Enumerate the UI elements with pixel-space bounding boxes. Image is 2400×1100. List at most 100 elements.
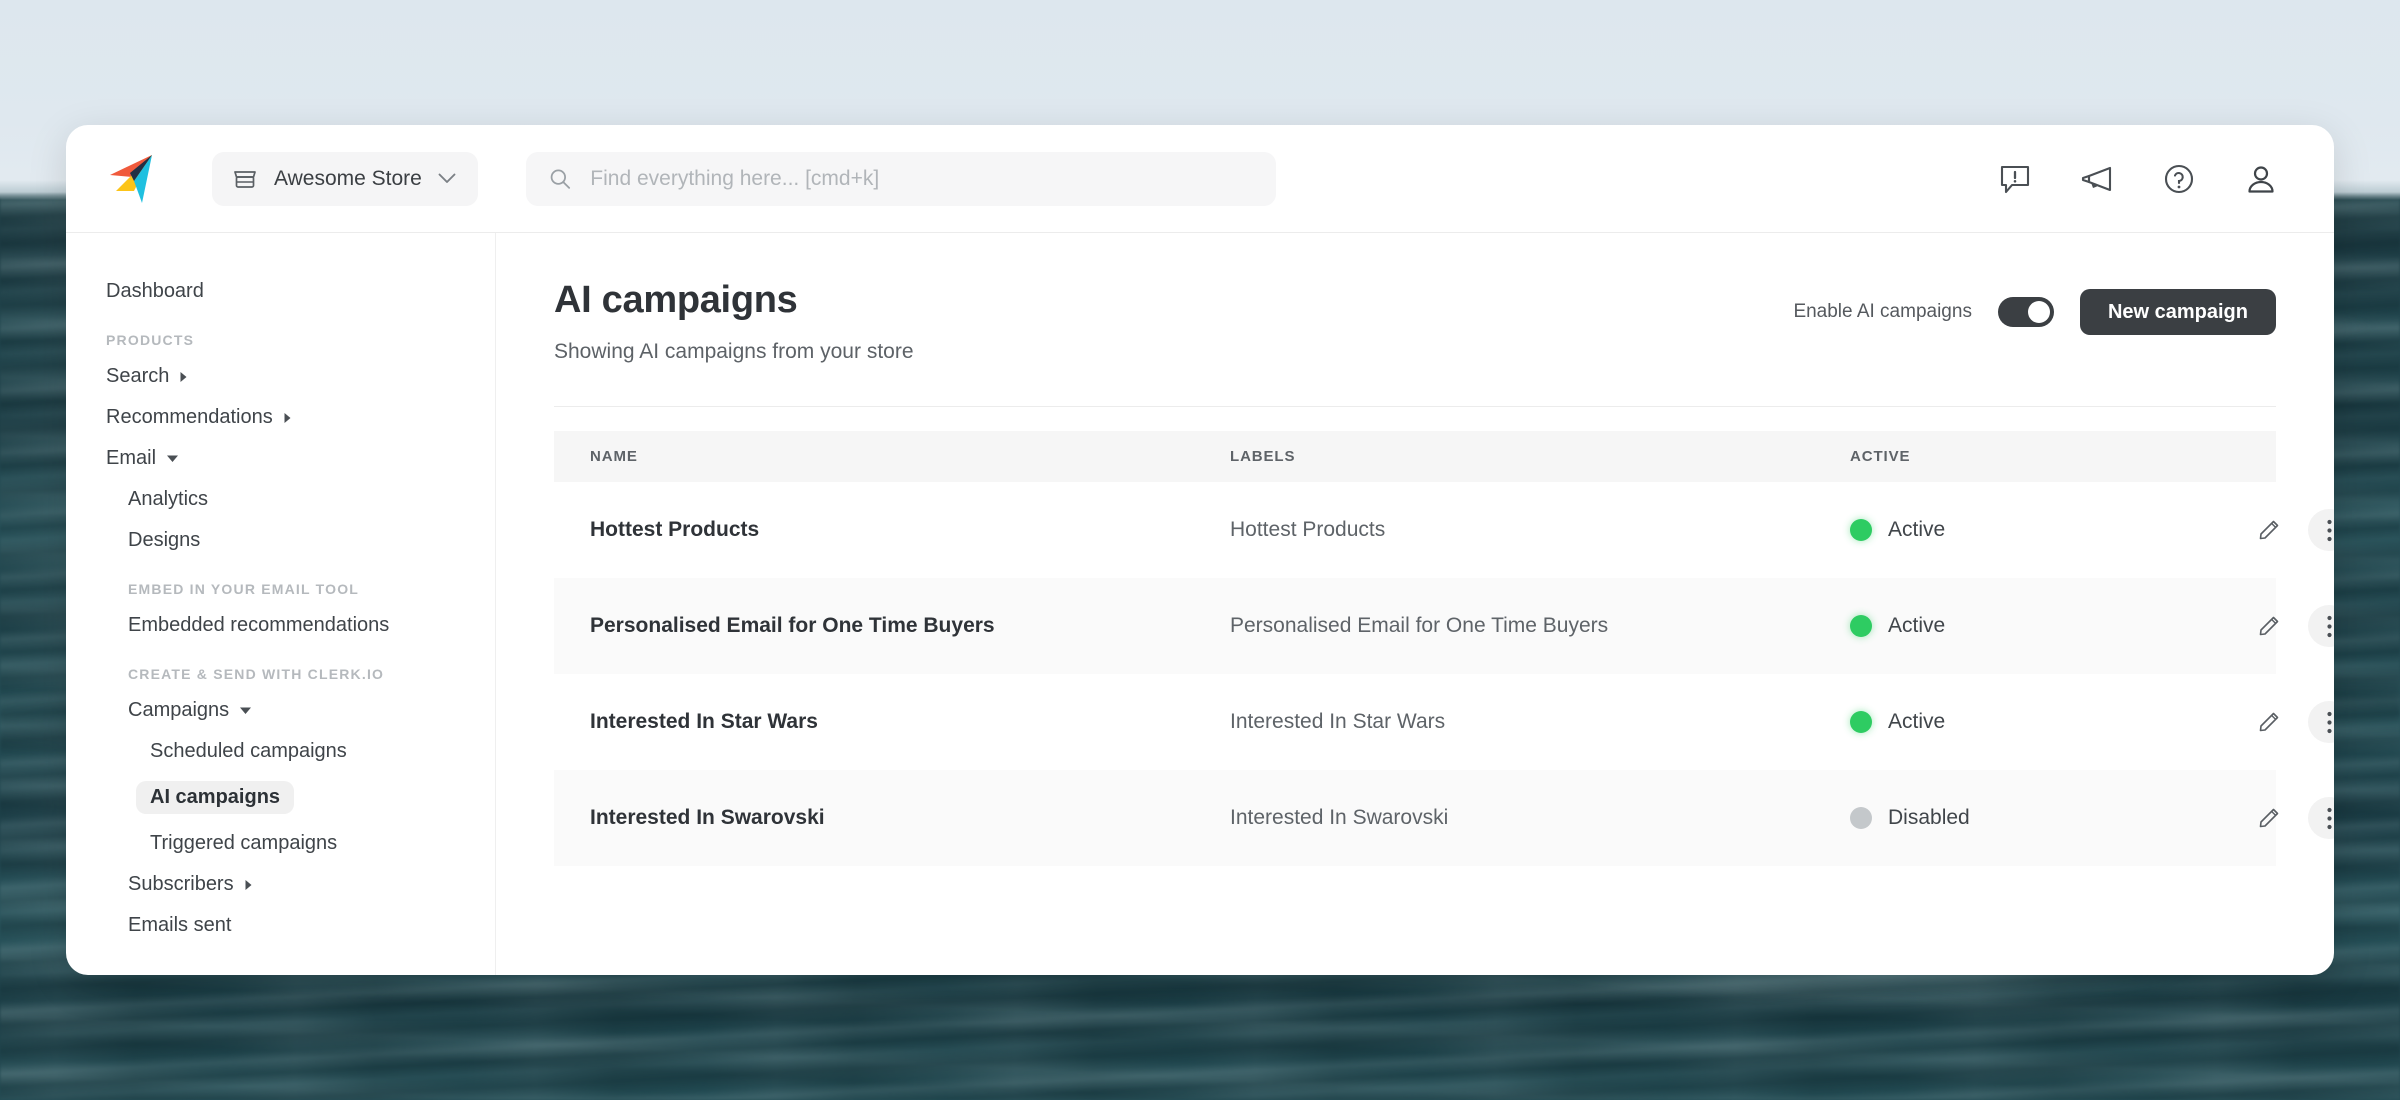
sidebar-item-label: Email [106,447,157,469]
sidebar-item-label: Embedded recommendations [128,614,390,636]
user-account-icon[interactable] [2244,162,2278,196]
campaigns-table: NAME LABELS ACTIVE Hottest Products Hotte… [554,431,2334,866]
more-vertical-icon [2326,807,2332,829]
row-menu-button[interactable] [2308,797,2334,839]
cell-campaign-name: Interested In Swarovski [590,806,825,829]
sidebar-item-label: Campaigns [128,699,230,721]
more-vertical-icon [2326,615,2332,637]
table-row[interactable]: Personalised Email for One Time Buyers Pe… [554,578,2334,674]
store-name: Awesome Store [274,166,422,190]
top-bar: Awesome Store [66,125,2334,233]
status-text: Active [1888,710,1946,733]
sidebar-item-analytics[interactable]: Analytics [66,479,495,520]
sidebar-item-label: Recommendations [106,406,273,428]
edit-campaign-button[interactable] [2248,797,2290,839]
sidebar-item-label: Triggered campaigns [150,832,338,854]
table-row[interactable]: Hottest Products Hottest Products Active [554,482,2334,578]
sidebar-item-label: Dashboard [106,280,204,302]
edit-campaign-button[interactable] [2248,701,2290,743]
new-campaign-button[interactable]: New campaign [2079,289,2276,335]
store-icon [234,170,256,188]
edit-campaign-button[interactable] [2248,605,2290,647]
sidebar-item-emails-sent[interactable]: Emails sent [66,905,495,946]
status-dot [1850,615,1872,637]
edit-campaign-button[interactable] [2248,509,2290,551]
search-input[interactable] [590,166,1254,191]
row-menu-button[interactable] [2308,701,2334,743]
cell-campaign-label: Interested In Swarovski [1230,806,1449,829]
sidebar-item-label: Analytics [128,488,209,510]
cell-campaign-status: Disabled [1814,770,2204,866]
sidebar-item-triggered-campaigns[interactable]: Triggered campaigns [66,823,495,864]
store-selector[interactable]: Awesome Store [212,151,478,206]
pencil-icon [2259,616,2279,636]
page-title: AI campaigns [554,279,798,321]
app-body: Dashboard PRODUCTS Search Recommendation… [66,233,2334,975]
alert-message-icon[interactable] [1998,162,2032,196]
sidebar-item-label: Search [106,365,170,387]
caret-right-icon [180,371,187,382]
sidebar-item-label: Designs [128,529,201,551]
sidebar-item-recommendations[interactable]: Recommendations [66,397,495,438]
sidebar-item-ai-campaigns[interactable]: AI campaigns [66,772,495,823]
table-row[interactable]: Interested In Star Wars Interested In Sta… [554,674,2334,770]
sidebar-section-create-send: CREATE & SEND WITH CLERK.IO [128,666,385,682]
cell-campaign-label: Personalised Email for One Time Buyers [1230,614,1609,637]
sidebar-item-label: AI campaigns [136,781,295,814]
column-header-labels[interactable]: LABELS [1194,431,1814,482]
page-heading-group: AI campaigns Showing AI campaigns from y… [554,279,914,364]
cell-campaign-status: Active [1814,482,2204,578]
app-window: Awesome Store Find everything here... [c… [66,125,2334,975]
cell-campaign-status: Active [1814,578,2204,674]
cell-campaign-name: Hottest Products [590,518,760,541]
sidebar-item-email[interactable]: Email [66,438,495,479]
caret-right-icon [284,412,291,423]
sidebar-section-embed: EMBED IN YOUR EMAIL TOOL [128,581,360,597]
column-header-tools [2204,431,2276,482]
sidebar-item-campaigns[interactable]: Campaigns [66,690,495,731]
cell-campaign-label: Interested In Star Wars [1230,710,1446,733]
status-text: Disabled [1888,806,1970,829]
enable-ai-campaigns-toggle[interactable] [1997,297,2054,327]
sidebar-item-designs[interactable]: Designs [66,520,495,561]
help-circle-icon[interactable] [2162,162,2196,196]
cell-campaign-status: Active [1814,674,2204,770]
cell-row-tools [2204,578,2334,674]
sidebar-item-subscribers[interactable]: Subscribers [66,864,495,905]
cell-row-tools [2204,482,2334,578]
status-dot [1850,711,1872,733]
sidebar-item-scheduled-campaigns[interactable]: Scheduled campaigns [66,731,495,772]
more-vertical-icon [2326,711,2332,733]
pencil-icon [2259,712,2279,732]
sidebar-item-embedded-recommendations[interactable]: Embedded recommendations [66,605,495,646]
sidebar-item-dashboard[interactable]: Dashboard [66,271,495,312]
column-header-name[interactable]: NAME [554,431,1194,482]
table-row[interactable]: Interested In Swarovski Interested In Swa… [554,770,2334,866]
cell-campaign-name: Personalised Email for One Time Buyers [590,614,995,637]
row-menu-button[interactable] [2308,605,2334,647]
sidebar-item-search[interactable]: Search [66,356,495,397]
megaphone-announcement-icon[interactable] [2080,162,2114,196]
cell-row-tools [2204,770,2334,866]
pencil-icon [2259,808,2279,828]
sidebar-section-products: PRODUCTS [106,332,195,348]
column-header-active[interactable]: ACTIVE [1814,431,2204,482]
cell-row-tools [2204,674,2334,770]
page-header: AI campaigns Showing AI campaigns from y… [554,279,2276,364]
caret-down-icon [167,455,179,462]
pencil-icon [2259,520,2279,540]
table-body: Hottest Products Hottest Products Active Pe… [554,482,2334,866]
table-header-row: NAME LABELS ACTIVE [554,431,2276,482]
status-text: Active [1888,518,1946,541]
sidebar-item-label: Subscribers [128,873,234,895]
caret-down-icon [240,707,252,714]
clerkio-paperplane-logo[interactable] [106,151,168,207]
sidebar: Dashboard PRODUCTS Search Recommendation… [66,233,496,975]
cell-campaign-name: Interested In Star Wars [590,710,818,733]
page-header-actions: Enable AI campaigns New campaign [1793,279,2276,335]
search-box[interactable] [525,151,1276,206]
enable-ai-campaigns-label: Enable AI campaigns [1793,301,1972,322]
table-header: NAME LABELS ACTIVE [554,431,2276,482]
header-divider [554,406,2276,407]
row-menu-button[interactable] [2308,509,2334,551]
